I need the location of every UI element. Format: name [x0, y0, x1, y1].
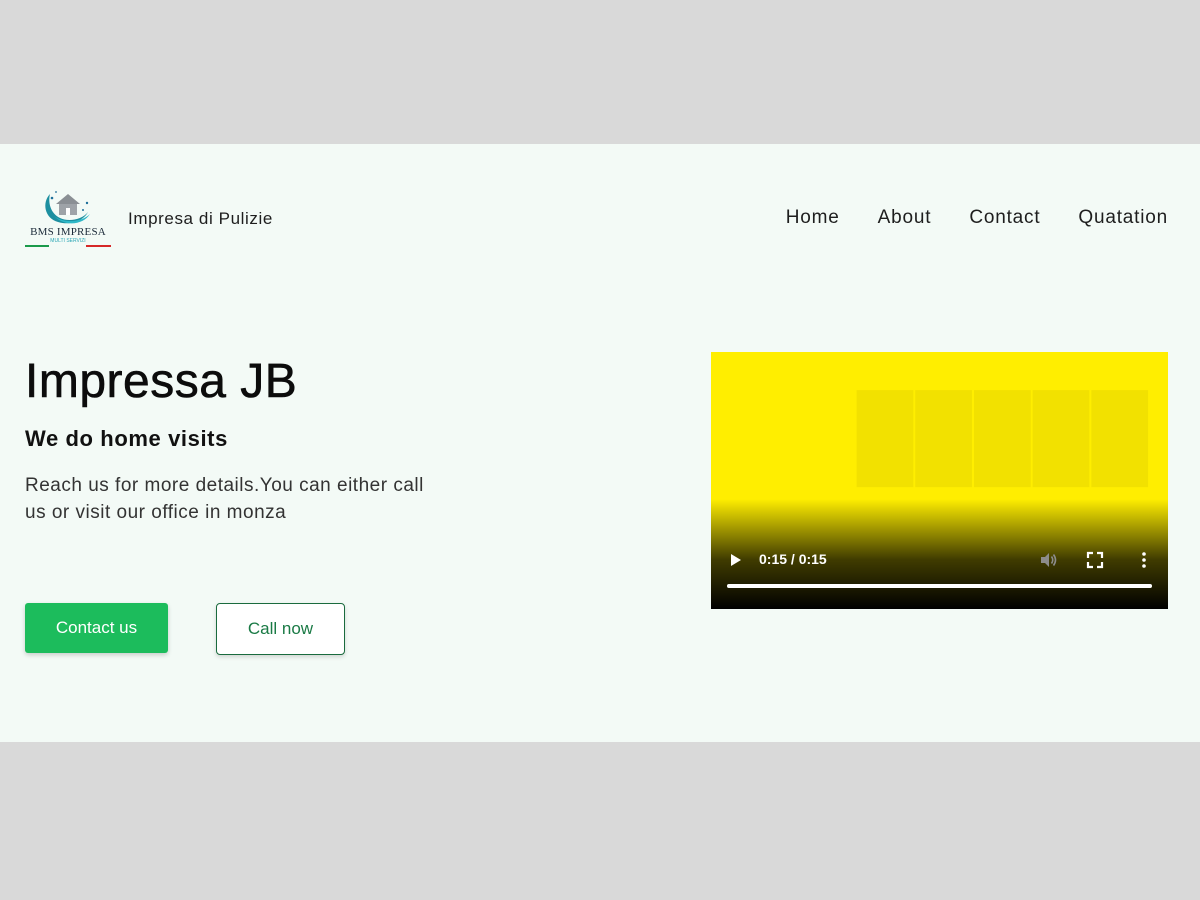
video-controls: 0:15 / 0:15 [711, 539, 1168, 609]
video-player[interactable]: █████ 0:15 / 0:15 [711, 352, 1168, 609]
hero-description: Reach us for more details.You can either… [25, 475, 424, 523]
nav-link-contact[interactable]: Contact [969, 207, 1040, 229]
video-time-display: 0:15 / 0:15 [759, 551, 827, 567]
more-options-icon[interactable] [1138, 550, 1150, 570]
logo-subtext: MULTI SERVIZI [50, 238, 86, 244]
nav-link-quatation[interactable]: Quatation [1078, 207, 1168, 229]
fullscreen-icon[interactable] [1086, 551, 1104, 569]
main-nav: Home About Contact Quatation [786, 207, 1168, 229]
hero-subtitle: We do home visits [25, 426, 228, 451]
contact-us-button[interactable]: Contact us [25, 603, 168, 653]
logo-text: BMS IMPRESA [30, 226, 106, 238]
nav-link-about[interactable]: About [878, 207, 932, 229]
volume-icon[interactable] [1038, 550, 1058, 570]
video-frame-artwork: █████ [856, 391, 1150, 480]
call-now-button[interactable]: Call now [216, 603, 345, 655]
nav-link-home[interactable]: Home [786, 207, 840, 229]
hero-title: Impressa JB [25, 355, 298, 409]
brand-logo[interactable]: BMS IMPRESA MULTI SERVIZI [24, 186, 112, 250]
page-content: BMS IMPRESA MULTI SERVIZI Impresa di Pul… [0, 144, 1200, 742]
video-progress-bar[interactable] [727, 584, 1152, 588]
brand-name: Impresa di Pulizie [128, 209, 273, 228]
play-icon[interactable] [729, 552, 743, 568]
video-progress-fill [727, 584, 1152, 588]
